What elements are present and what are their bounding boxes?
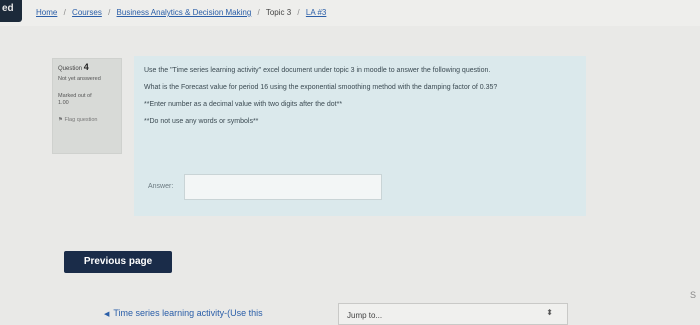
select-arrows-icon: ⬍ [546, 308, 553, 317]
marks-value: 1.00 [58, 100, 69, 106]
question-info-panel: Question 4 Not yet answered Marked out o… [52, 58, 122, 154]
marked-out-of-label: Marked out of [58, 93, 92, 99]
question-line: **Enter number as a decimal value with t… [144, 101, 343, 108]
question-line: What is the Forecast value for period 16… [144, 84, 498, 91]
previous-page-button[interactable]: Previous page [64, 251, 172, 273]
question-label: Question [58, 66, 83, 72]
jump-to-label: Jump to... [347, 311, 383, 320]
breadcrumb-courses[interactable]: Courses [72, 8, 102, 17]
answer-input[interactable] [184, 174, 382, 200]
flag-icon: ⚑ [58, 117, 63, 123]
breadcrumb-topic[interactable]: Topic 3 [266, 8, 291, 17]
question-number-value: 4 [83, 62, 89, 72]
jump-to-select[interactable]: Jump to... ⬍ [338, 303, 568, 325]
answer-label: Answer: [148, 183, 174, 190]
breadcrumb: Home / Courses / Business Analytics & De… [36, 8, 326, 17]
breadcrumb-separator: / [63, 8, 66, 17]
corner-tab[interactable]: ed [0, 0, 22, 22]
question-line: **Do not use any words or symbols** [144, 118, 259, 125]
breadcrumb-activity[interactable]: LA #3 [306, 8, 326, 17]
question-status: Not yet answered [58, 76, 101, 82]
edge-letter: S [690, 290, 697, 300]
breadcrumb-separator: / [108, 8, 111, 17]
breadcrumb-separator: / [297, 8, 300, 17]
left-arrow-icon: ◀ [104, 311, 110, 318]
breadcrumb-separator: / [257, 8, 260, 17]
question-line: Use the "Time series learning activity" … [144, 67, 491, 74]
previous-activity-link[interactable]: ◀ Time series learning activity-(Use this [104, 308, 263, 318]
flag-question-label: Flag question [64, 117, 98, 123]
breadcrumb-course[interactable]: Business Analytics & Decision Making [117, 8, 252, 17]
flag-question-button[interactable]: ⚑ Flag question [58, 117, 116, 124]
breadcrumb-home[interactable]: Home [36, 8, 57, 17]
question-number: Question 4 [58, 62, 116, 73]
previous-activity-label: Time series learning activity-(Use this [113, 308, 263, 318]
